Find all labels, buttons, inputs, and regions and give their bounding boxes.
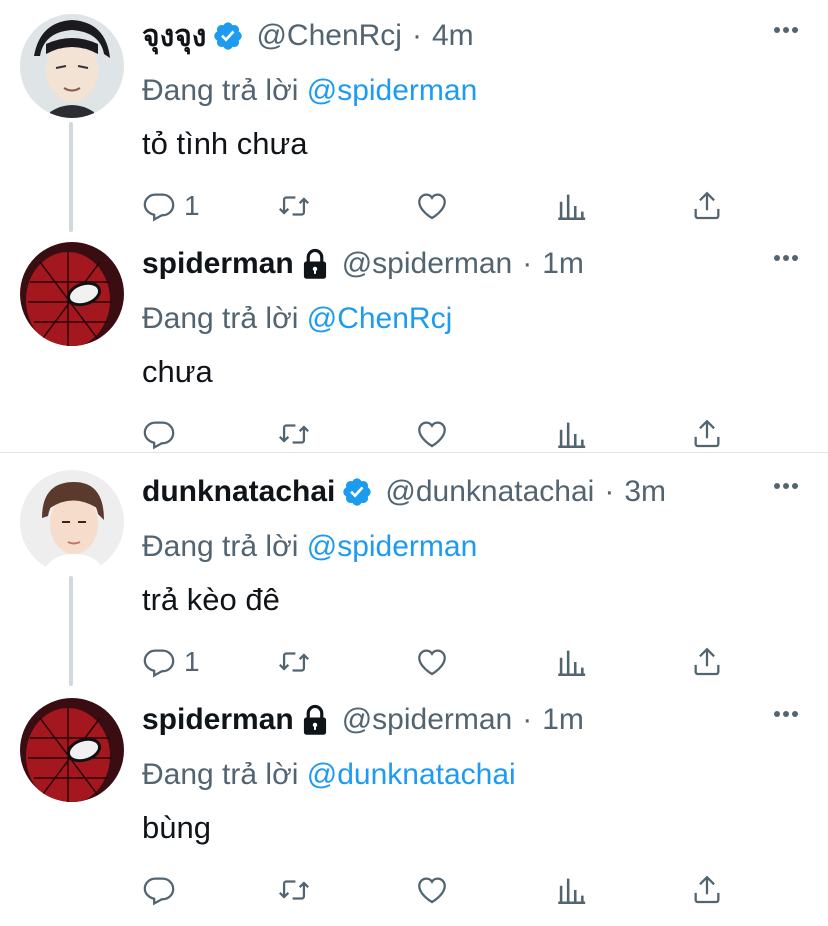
user-handle[interactable]: @dunknatachai <box>385 475 594 509</box>
user-name[interactable]: dunknatachai <box>142 475 335 509</box>
tweet-text: trả kèo đê <box>142 582 280 617</box>
avatar[interactable] <box>20 470 124 574</box>
retweet-icon <box>279 196 309 216</box>
avatar[interactable] <box>20 698 124 802</box>
reply-button[interactable] <box>142 414 184 454</box>
tweet-actions <box>142 870 732 910</box>
more-icon[interactable] <box>772 244 800 272</box>
reply-icon <box>143 649 175 678</box>
share-button[interactable] <box>690 414 724 454</box>
analytics-button[interactable] <box>554 870 588 910</box>
tweet-text: bùng <box>142 810 211 845</box>
like-button[interactable] <box>415 870 449 910</box>
retweet-icon <box>279 424 309 444</box>
reply-context: Đang trả lời @spiderman <box>142 74 477 108</box>
reply-prefix: Đang trả lời <box>142 758 299 791</box>
tweet[interactable]: จุงจุง @ChenRcj · 4m Đang trả lời @spide… <box>0 14 828 242</box>
tweet[interactable]: spiderman @spiderman · 1m Đang trả lời @… <box>0 698 828 926</box>
avatar[interactable] <box>20 14 124 118</box>
verified-badge-icon <box>212 20 244 52</box>
analytics-icon <box>558 422 586 449</box>
verified-badge-icon <box>341 476 373 508</box>
analytics-icon <box>558 650 586 677</box>
reply-button[interactable]: 1 <box>142 186 200 226</box>
reply-context: Đang trả lời @spiderman <box>142 530 477 564</box>
reply-count: 1 <box>184 646 200 677</box>
mention-link[interactable]: @spiderman <box>307 530 478 563</box>
timestamp[interactable]: 4m <box>432 19 474 53</box>
user-name[interactable]: spiderman <box>142 247 294 281</box>
heart-icon <box>418 193 446 220</box>
separator-dot: · <box>522 247 533 280</box>
retweet-icon <box>279 880 309 900</box>
more-icon[interactable] <box>772 472 800 500</box>
share-icon <box>694 191 720 220</box>
heart-icon <box>418 877 446 904</box>
separator-dot: · <box>604 475 615 508</box>
analytics-icon <box>558 194 586 221</box>
retweet-button[interactable] <box>277 414 311 454</box>
share-icon <box>694 875 720 904</box>
tweet[interactable]: spiderman @spiderman · 1m Đang trả lời @… <box>0 242 828 470</box>
timestamp[interactable]: 1m <box>542 247 584 281</box>
more-icon[interactable] <box>772 16 800 44</box>
tweet-actions <box>142 414 732 454</box>
mention-link[interactable]: @spiderman <box>307 74 478 107</box>
reply-icon <box>143 877 175 906</box>
reply-context: Đang trả lời @ChenRcj <box>142 302 452 336</box>
analytics-icon <box>558 878 586 905</box>
reply-prefix: Đang trả lời <box>142 530 299 563</box>
timestamp[interactable]: 1m <box>542 703 584 737</box>
heart-icon <box>418 421 446 448</box>
lock-icon <box>300 248 330 280</box>
lock-icon <box>300 704 330 736</box>
share-button[interactable] <box>690 870 724 910</box>
avatar[interactable] <box>20 242 124 346</box>
tweet-actions: 1 <box>142 642 732 682</box>
reply-count: 1 <box>184 190 200 221</box>
mention-link[interactable]: @dunknatachai <box>307 758 516 791</box>
retweet-button[interactable] <box>277 642 311 682</box>
retweet-icon <box>279 652 309 672</box>
reply-button[interactable] <box>142 870 184 910</box>
mention-link[interactable]: @ChenRcj <box>307 302 453 335</box>
user-handle[interactable]: @spiderman <box>342 247 513 281</box>
user-handle[interactable]: @spiderman <box>342 703 513 737</box>
tweet-text: chưa <box>142 354 213 389</box>
user-name[interactable]: จุงจุง <box>142 13 206 60</box>
share-icon <box>694 419 720 448</box>
reply-button[interactable]: 1 <box>142 642 200 682</box>
reply-prefix: Đang trả lời <box>142 302 299 335</box>
tweet-text: tỏ tình chưa <box>142 126 308 161</box>
separator-dot: · <box>411 19 422 52</box>
user-name[interactable]: spiderman <box>142 703 294 737</box>
share-button[interactable] <box>690 186 724 226</box>
user-handle[interactable]: @ChenRcj <box>256 19 402 53</box>
heart-icon <box>418 649 446 676</box>
share-icon <box>694 647 720 676</box>
like-button[interactable] <box>415 414 449 454</box>
like-button[interactable] <box>415 642 449 682</box>
retweet-button[interactable] <box>277 186 311 226</box>
reply-context: Đang trả lời @dunknatachai <box>142 758 516 792</box>
retweet-button[interactable] <box>277 870 311 910</box>
reply-icon <box>143 421 175 450</box>
analytics-button[interactable] <box>554 414 588 454</box>
tweet-actions: 1 <box>142 186 732 226</box>
analytics-button[interactable] <box>554 186 588 226</box>
tweet[interactable]: dunknatachai @dunknatachai · 3m Đang trả… <box>0 470 828 698</box>
reply-icon <box>143 193 175 222</box>
more-icon[interactable] <box>772 700 800 728</box>
like-button[interactable] <box>415 186 449 226</box>
analytics-button[interactable] <box>554 642 588 682</box>
timestamp[interactable]: 3m <box>624 475 666 509</box>
share-button[interactable] <box>690 642 724 682</box>
separator-dot: · <box>522 703 533 736</box>
reply-prefix: Đang trả lời <box>142 74 299 107</box>
